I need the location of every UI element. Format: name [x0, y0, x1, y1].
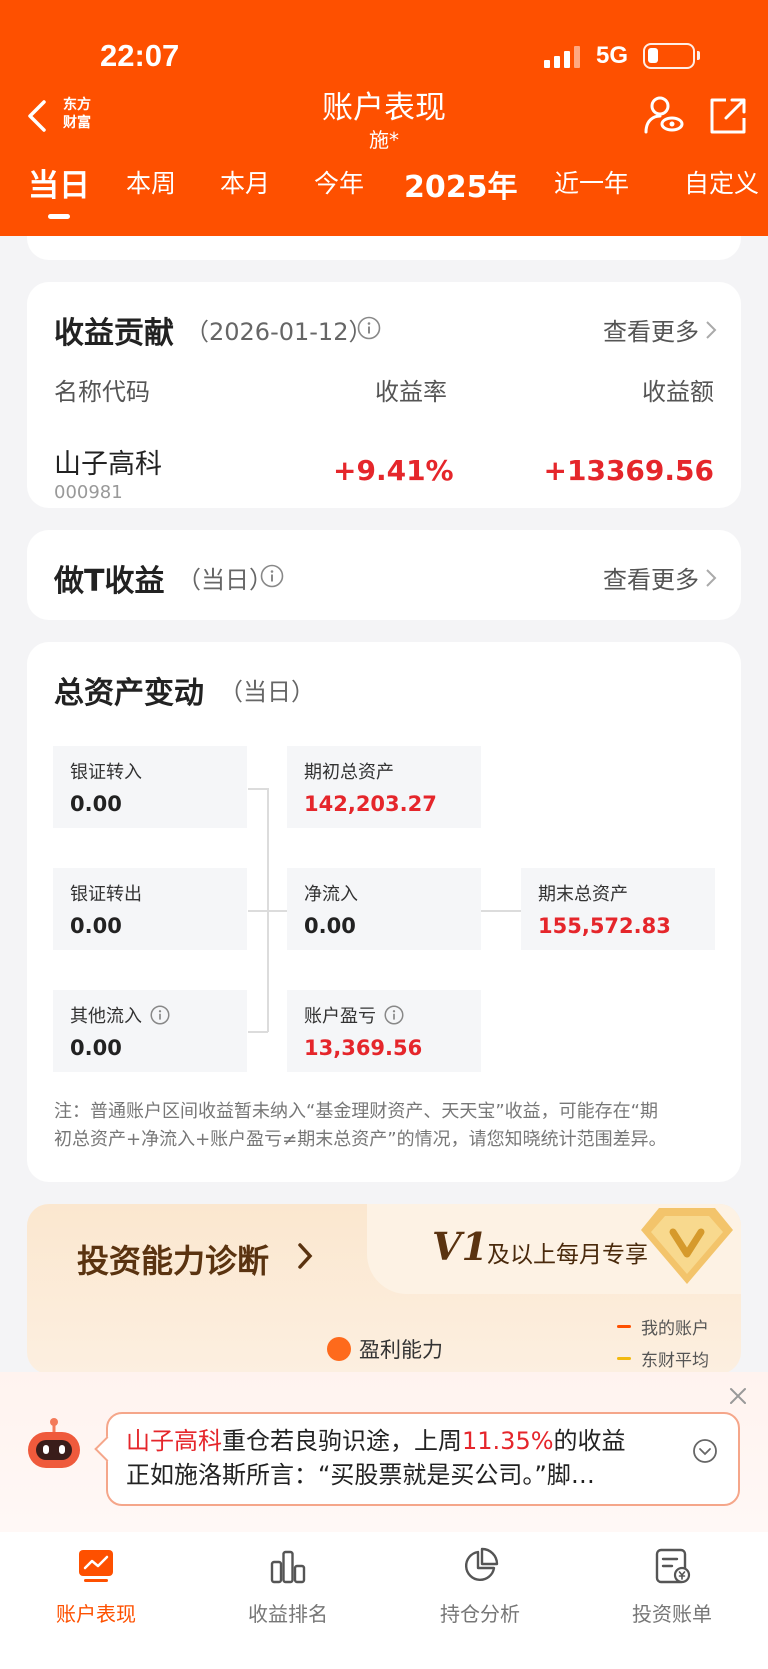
nav-account-performance[interactable]: 账户表现: [0, 1546, 192, 1627]
t-trading-title: 做T收益: [54, 564, 165, 599]
vip-level-text: 及以上每月专享: [487, 1242, 648, 1268]
trend-chart-icon: [79, 1550, 113, 1582]
connector-line: [248, 1031, 268, 1033]
col-amount: 收益额: [642, 378, 714, 406]
pie-chart-icon: [465, 1547, 499, 1581]
tab-this-year[interactable]: 今年: [314, 164, 364, 200]
contribution-card: 收益贡献 （2026-01-12） 查看更多 名称代码 收益率 收益额 山子高科…: [27, 282, 741, 508]
vip-level: V1: [432, 1224, 488, 1269]
investment-diagnosis-banner[interactable]: 投资能力诊断 V1 及以上每月专享 我的账户 东财平均 盈利能力: [27, 1204, 741, 1374]
bottom-nav: 账户表现 收益排名 持仓分析 投资账单: [0, 1532, 768, 1669]
nav-label: 收益排名: [248, 1602, 328, 1626]
t-trading-more-link[interactable]: 查看更多: [603, 560, 717, 595]
bank-transfer-in-box: 银证转入 0.00: [53, 746, 247, 828]
asset-change-period: （当日）: [219, 678, 315, 706]
bank-transfer-out-box: 银证转出 0.00: [53, 868, 247, 950]
contribution-more-link[interactable]: 查看更多: [603, 312, 717, 347]
nav-investment-bill[interactable]: 投资账单: [576, 1546, 768, 1627]
stock-return-amount: +13369.56: [543, 454, 714, 487]
col-name-code: 名称代码: [54, 378, 150, 406]
bar-chart-icon: [270, 1550, 306, 1584]
net-inflow-box: 净流入 0.00: [287, 868, 481, 950]
bank-out-label: 银证转出: [70, 884, 142, 905]
vip-badge-icon: [641, 1208, 733, 1284]
close-icon[interactable]: [728, 1386, 748, 1406]
bank-in-value: 0.00: [70, 792, 122, 816]
start-assets-value: 142,203.27: [304, 792, 437, 816]
info-icon[interactable]: [357, 316, 381, 340]
profit-ability-label: 盈利能力: [327, 1334, 443, 1364]
pnl-label: 账户盈亏: [304, 1006, 376, 1027]
chevron-right-icon: [298, 1243, 313, 1269]
tab-today[interactable]: 当日: [28, 160, 90, 219]
ai-tip-line1: 山子高科重仓若良驹识途，上周11.35%的收益: [126, 1427, 626, 1455]
info-icon[interactable]: [384, 1005, 404, 1025]
app-header: 22:07 5G 东方 财富 账户表现 施* 当日 本周 本月 今年 2025年…: [0, 0, 768, 236]
stock-name[interactable]: 山子高科: [54, 442, 162, 481]
nav-return-ranking[interactable]: 收益排名: [192, 1546, 384, 1627]
period-tabs: 当日 本周 本月 今年 2025年 近一年 自定义: [0, 164, 768, 224]
network-type: 5G: [596, 42, 629, 69]
robot-assistant-icon[interactable]: [24, 1414, 84, 1474]
legend-average: 东财平均: [617, 1346, 709, 1371]
legend-swatch: [617, 1357, 631, 1360]
asset-change-title: 总资产变动: [54, 676, 204, 711]
scope-note: 注：普通账户区间收益暂未纳入“基金理财资产、天天宝”收益，可能存在“期 初总资产…: [54, 1101, 667, 1150]
chevron-right-icon: [706, 320, 717, 339]
smile-icon: [327, 1337, 351, 1361]
tab-custom[interactable]: 自定义: [684, 164, 759, 200]
chevron-right-icon: [706, 568, 717, 587]
nav-label: 账户表现: [56, 1602, 136, 1626]
ai-tip-panel: 山子高科重仓若良驹识途，上周11.35%的收益 正如施洛斯所言：“买股票就是买公…: [0, 1372, 768, 1532]
other-inflow-box: 其他流入 0.00: [53, 990, 247, 1072]
info-icon[interactable]: [150, 1005, 170, 1025]
net-inflow-label: 净流入: [304, 884, 358, 905]
status-time: 22:07: [100, 38, 180, 73]
battery-icon: [643, 43, 700, 69]
other-in-label-row: 其他流入: [70, 1002, 247, 1028]
pnl-value: 13,369.56: [304, 1036, 423, 1060]
other-in-label: 其他流入: [70, 1006, 142, 1027]
info-icon[interactable]: [260, 564, 284, 588]
col-rate: 收益率: [375, 378, 447, 406]
ai-tip-line2: 正如施洛斯所言：“买股票就是买公司。”脚…: [126, 1461, 595, 1489]
other-in-value: 0.00: [70, 1036, 122, 1060]
previous-card-edge: [27, 236, 741, 260]
promo-title: 投资能力诊断: [77, 1242, 270, 1280]
pnl-label-row: 账户盈亏: [304, 1002, 481, 1028]
legend-my-account: 我的账户: [617, 1314, 709, 1339]
contribution-title: 收益贡献: [54, 316, 174, 351]
stock-return-rate: +9.41%: [333, 454, 454, 487]
tab-week[interactable]: 本周: [126, 164, 176, 200]
signal-icon: [544, 46, 580, 68]
share-icon[interactable]: [708, 96, 748, 136]
legend-swatch: [617, 1325, 631, 1328]
bank-in-label: 银证转入: [70, 762, 142, 783]
start-assets-box: 期初总资产 142,203.27: [287, 746, 481, 828]
asset-change-card: 总资产变动 （当日） 银证转入 0.00 银证转出 0.00 其他流入 0.00…: [27, 642, 741, 1182]
tab-last-year[interactable]: 近一年: [554, 164, 629, 200]
bill-icon: [655, 1548, 691, 1584]
connector-line: [248, 788, 268, 790]
nav-holding-analysis[interactable]: 持仓分析: [384, 1546, 576, 1627]
t-trading-card[interactable]: 做T收益 （当日） 查看更多: [27, 530, 741, 620]
account-pnl-box: 账户盈亏 13,369.56: [287, 990, 481, 1072]
stock-code: 000981: [54, 482, 123, 503]
end-assets-value: 155,572.83: [538, 914, 671, 938]
tab-month[interactable]: 本月: [220, 164, 270, 200]
t-trading-period: （当日）: [177, 566, 273, 594]
nav-label: 投资账单: [632, 1602, 712, 1626]
end-assets-box: 期末总资产 155,572.83: [521, 868, 715, 950]
start-assets-label: 期初总资产: [304, 762, 394, 783]
tab-2025[interactable]: 2025年: [404, 162, 518, 206]
chevron-down-circle-icon[interactable]: [692, 1438, 718, 1464]
nav-label: 持仓分析: [440, 1602, 520, 1626]
bank-out-value: 0.00: [70, 914, 122, 938]
net-inflow-value: 0.00: [304, 914, 356, 938]
ai-tip-bubble[interactable]: 山子高科重仓若良驹识途，上周11.35%的收益 正如施洛斯所言：“买股票就是买公…: [106, 1412, 740, 1506]
end-assets-label: 期末总资产: [538, 884, 628, 905]
user-view-icon[interactable]: [642, 94, 684, 136]
contribution-date: （2026-01-12）: [185, 318, 373, 346]
